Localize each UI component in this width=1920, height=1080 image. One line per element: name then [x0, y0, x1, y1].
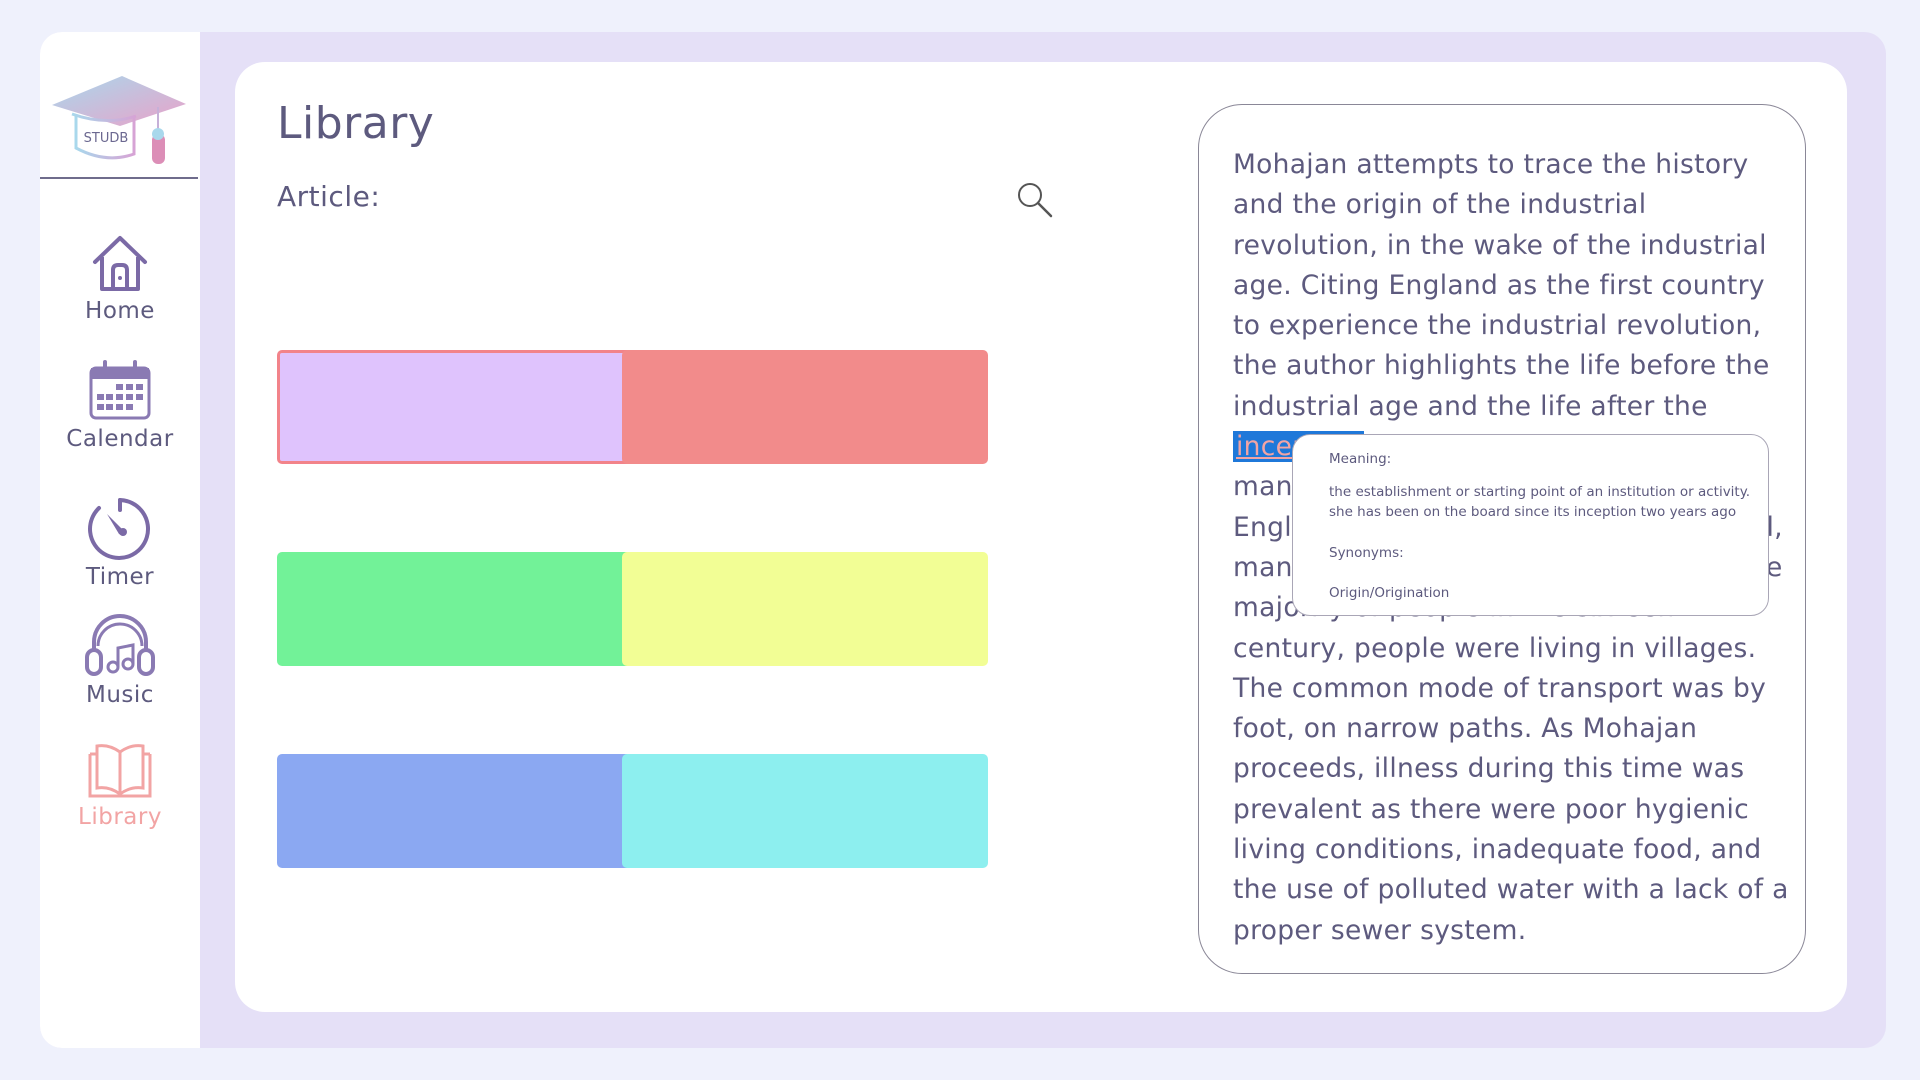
meaning-definition: the establishment or starting point of a… — [1329, 484, 1751, 500]
sidebar-item-home[interactable]: Home — [40, 232, 200, 324]
meaning-label: Meaning: — [1329, 451, 1392, 467]
definition-popup: Meaning: the establishment or starting p… — [1292, 434, 1769, 616]
sidebar-item-label: Music — [86, 682, 154, 708]
sidebar-item-timer[interactable]: Timer — [40, 494, 200, 590]
article-reader[interactable]: Mohajan attempts to trace the history an… — [1198, 104, 1806, 974]
sidebar-item-label: Timer — [85, 564, 155, 590]
synonyms-label: Synonyms: — [1329, 545, 1404, 561]
app-frame: STUDB Home Calendar Timer Music Library … — [40, 32, 1886, 1048]
music-headphones-icon — [85, 614, 155, 676]
article-tile[interactable] — [277, 754, 643, 868]
studb-logo[interactable]: STUDB — [46, 60, 190, 190]
meaning-example: she has been on the board since its ince… — [1329, 504, 1737, 520]
home-icon — [93, 236, 147, 291]
article-tile[interactable] — [277, 350, 643, 464]
logo-text: STUDB — [84, 131, 129, 146]
synonyms-value: Origin/Origination — [1329, 585, 1450, 601]
sidebar-item-music[interactable]: Music — [40, 612, 200, 708]
book-icon — [88, 744, 152, 798]
meaning-text-block: the establishment or starting point of a… — [1329, 482, 1768, 522]
article-tile[interactable] — [622, 552, 988, 666]
sidebar-item-library[interactable]: Library — [40, 738, 200, 830]
graduation-cap-logo-icon: STUDB — [52, 76, 186, 164]
search-icon — [1018, 183, 1053, 218]
sidebar-item-calendar[interactable]: Calendar — [40, 360, 200, 452]
timer-icon — [88, 498, 151, 560]
page-title: Library — [277, 98, 435, 149]
calendar-icon — [89, 360, 151, 420]
article-tile[interactable] — [622, 754, 988, 868]
article-label: Article: — [277, 180, 381, 213]
sidebar-item-label: Calendar — [66, 426, 174, 452]
logo-divider — [40, 177, 198, 179]
article-text-before: Mohajan attempts to trace the history an… — [1233, 149, 1770, 422]
library-card: Library Article: Mohajan attempts to tra… — [235, 62, 1847, 1012]
sidebar-item-label: Library — [78, 804, 162, 830]
sidebar-item-label: Home — [85, 298, 155, 324]
sidebar: STUDB Home Calendar Timer Music Library — [40, 32, 200, 1048]
article-tile[interactable] — [277, 552, 643, 666]
search-button[interactable] — [1015, 180, 1055, 220]
article-tile[interactable] — [622, 350, 988, 464]
